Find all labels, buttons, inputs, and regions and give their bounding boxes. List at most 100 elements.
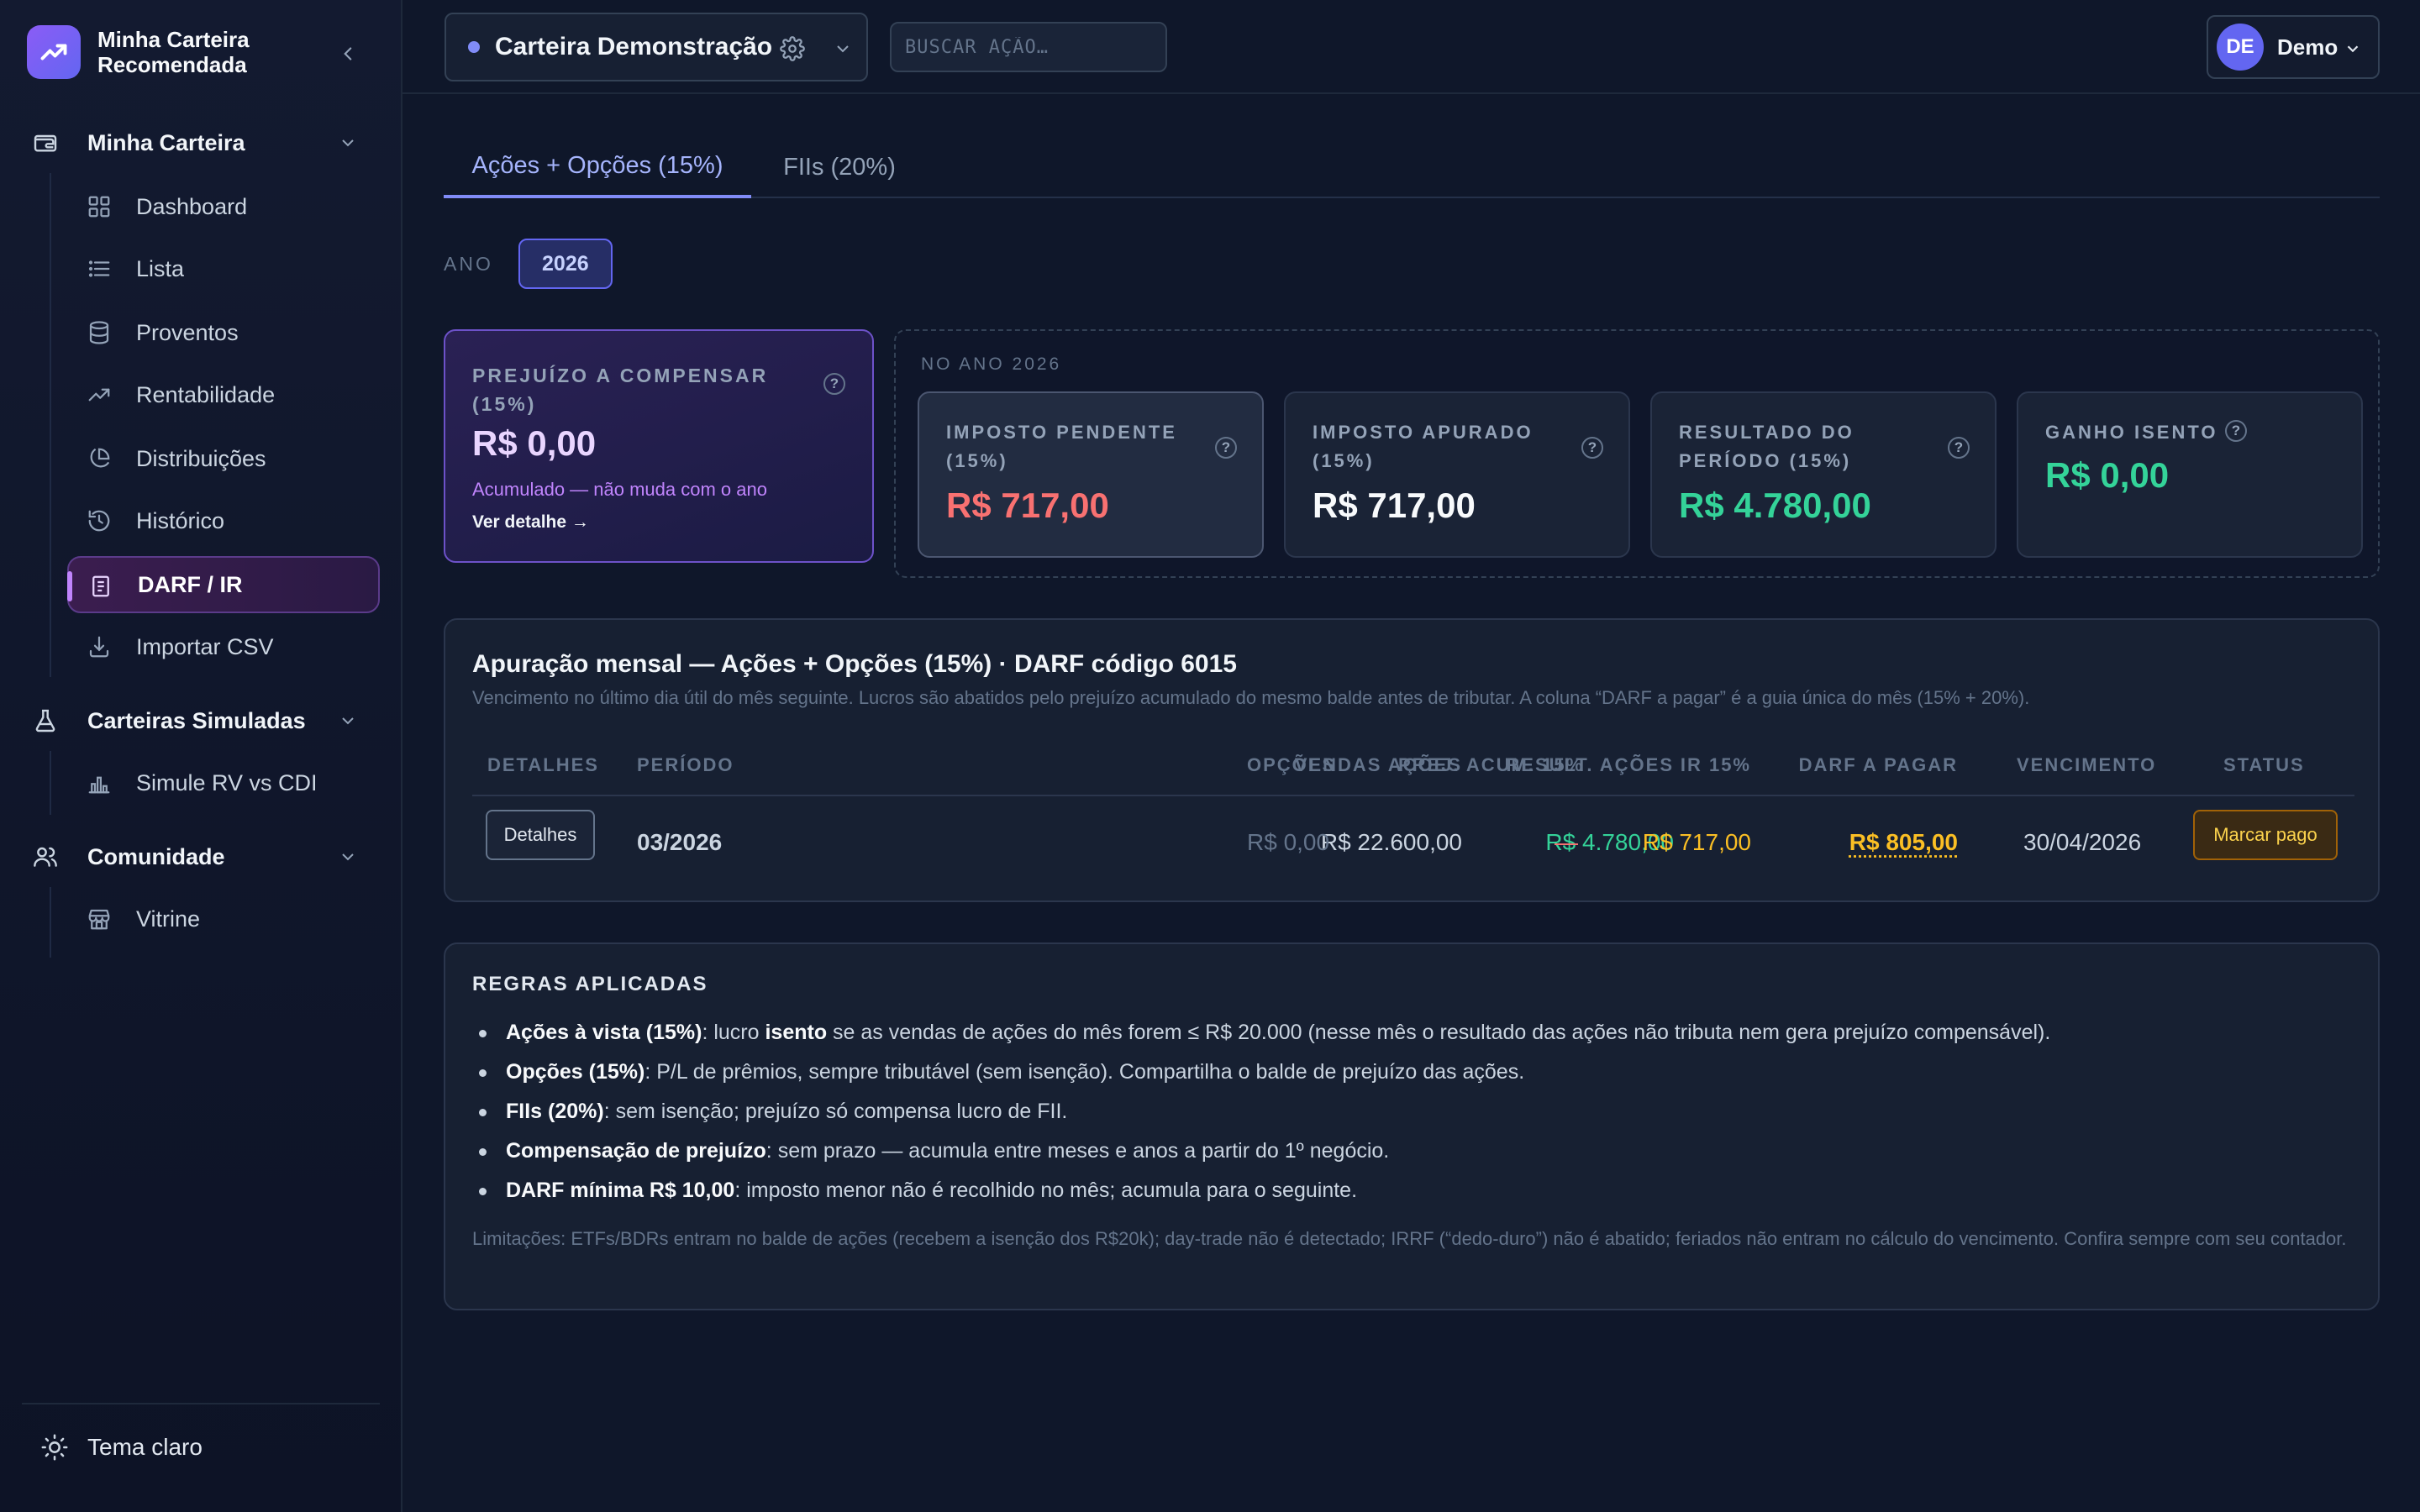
view-detail-link[interactable]: Ver detalhe → [472,512,589,533]
search-input[interactable] [890,22,1167,72]
year-chip-2026[interactable]: 2026 [518,239,613,289]
column-header: OPÇÕES [1247,754,1337,775]
chevron-down-icon [333,842,363,872]
rule-title: Compensação de prejuízo [506,1139,766,1163]
collapse-sidebar-button[interactable] [333,39,363,69]
sidebar-group-label: Carteiras Simuladas [87,707,306,733]
table-header-divider [472,795,2354,796]
sidebar-item-label: Histórico [136,507,225,533]
list-item: Compensação de prejuízo: sem prazo — acu… [479,1131,2050,1171]
sidebar-item-label: Importar CSV [136,633,274,659]
rule-title: Opções (15%) [506,1060,645,1084]
sidebar-group-comunidade[interactable]: Comunidade [30,832,373,882]
sidebar-item-lista[interactable]: Lista [67,240,380,297]
list-item: DARF mínima R$ 10,00: imposto menor não … [479,1171,2050,1210]
user-name: Demo [2277,34,2338,60]
sidebar-group-minha-carteira[interactable]: Minha Carteira [30,118,373,168]
rule-text: : imposto menor não é recolhido no mês; … [734,1179,1358,1202]
wallet-selector[interactable]: Carteira Demonstração [445,13,868,81]
sidebar-item-proventos[interactable]: Proventos [67,304,380,361]
year-summary-box: NO ANO 2026 IMPOSTO PENDENTE (15%) ? R$ … [894,329,2380,578]
help-icon[interactable]: ? [1581,437,1603,459]
rules-list: Ações à vista (15%): lucro isento se as … [479,1013,2050,1210]
user-menu-button[interactable]: DE Demo [2207,15,2380,79]
gear-icon[interactable] [777,34,808,64]
help-icon[interactable]: ? [2225,420,2247,442]
card-label: IMPOSTO APURADO (15%) [1313,418,1534,475]
chevron-down-icon [333,128,363,158]
rule-title: Ações à vista (15%) [506,1021,702,1044]
details-button[interactable]: Detalhes [486,810,595,860]
help-icon[interactable]: ? [1215,437,1237,459]
card-label-line: (15%) [946,450,1008,471]
database-icon [84,318,114,348]
sidebar-item-dashboard[interactable]: Dashboard [67,178,380,235]
rule-title: DARF mínima R$ 10,00 [506,1179,735,1202]
brand-line-2: Recomendada [97,52,247,77]
brand[interactable]: Minha Carteira Recomendada [27,25,299,79]
limitations-note: Limitações: ETFs/BDRs entram no balde de… [472,1228,2347,1249]
card-label: RESULTADO DO PERÍODO (15%) [1679,418,1854,475]
sidebar-item-importar-csv[interactable]: Importar CSV [67,618,380,675]
pie-chart-icon [84,444,114,474]
cell-options: R$ 0,00 [1247,829,1330,855]
sidebar: Minha Carteira Recomendada Minha Carteir… [0,0,402,1512]
wallet-status-dot [468,41,480,53]
cell-darf-to-pay[interactable]: R$ 805,00 [1849,822,1958,864]
sidebar-item-historico[interactable]: Histórico [67,492,380,549]
year-label: ANO [444,252,493,275]
sidebar-item-simule-rv-cdi[interactable]: Simule RV vs CDI [67,754,380,811]
list-item: FIIs (20%): sem isenção; prejuízo só com… [479,1092,2050,1131]
trending-up-icon [27,25,81,79]
sidebar-item-label: Distribuições [136,445,266,471]
loss-note: Acumulado — não muda com o ano [472,479,767,500]
grid-icon [84,192,114,222]
exempt-gain-card: GANHO ISENTO ? R$ 0,00 [2017,391,2363,558]
sidebar-item-label: Simule RV vs CDI [136,769,318,795]
chevron-down-icon [2339,35,2366,62]
theme-toggle-button[interactable]: Tema claro [40,1433,203,1462]
mark-paid-button[interactable]: Marcar pago [2193,810,2338,860]
year-box-title: NO ANO 2026 [921,354,1062,374]
column-header: STATUS [2223,754,2305,775]
chevron-left-icon [344,47,352,60]
loss-value: R$ 0,00 [472,423,597,463]
pending-tax-card[interactable]: IMPOSTO PENDENTE (15%) ? R$ 717,00 [918,391,1264,558]
sidebar-item-rentabilidade[interactable]: Rentabilidade [67,366,380,423]
sidebar-item-darf-ir[interactable]: DARF / IR [67,556,380,613]
store-icon [84,904,114,934]
list-item: Ações à vista (15%): lucro isento se as … [479,1013,2050,1053]
brand-name: Minha Carteira Recomendada [97,27,299,77]
sidebar-footer: Tema claro [22,1403,380,1461]
brand-line-1: Minha Carteira [97,27,250,52]
sidebar-item-vitrine[interactable]: Vitrine [67,890,380,948]
history-icon [84,506,114,536]
help-icon[interactable]: ? [823,373,845,395]
sidebar-subline [50,173,51,677]
monthly-assessment-panel: Apuração mensal — Ações + Opções (15%) ·… [444,618,2380,902]
card-label-line: PREJUÍZO A COMPENSAR [472,365,769,386]
rule-text: : P/L de prêmios, sempre tributável (sem… [644,1060,1525,1084]
sidebar-item-distribuicoes[interactable]: Distribuições [67,430,380,487]
card-label-line: (15%) [472,393,537,415]
sidebar-group-label: Minha Carteira [87,129,245,155]
tab-acoes-opcoes[interactable]: Ações + Opções (15%) [444,136,751,198]
help-icon[interactable]: ? [1948,437,1970,459]
card-value: R$ 717,00 [1313,486,1476,525]
tax-bucket-tabs: Ações + Opções (15%) FIIs (20%) [444,136,2380,198]
sidebar-subline [50,887,51,958]
card-label: IMPOSTO PENDENTE (15%) [946,418,1177,475]
download-icon [84,632,114,662]
sidebar-item-label: Dashboard [136,193,248,219]
rule-title: FIIs (20%) [506,1100,604,1123]
card-value: R$ 717,00 [946,486,1109,525]
applied-rules-panel: REGRAS APLICADAS Ações à vista (15%): lu… [444,942,2380,1310]
cell-accumulated-loss: — [1555,829,1578,855]
card-value: R$ 4.780,00 [1679,486,1871,525]
tab-fiis[interactable]: FIIs (20%) [768,136,911,198]
theme-toggle-label: Tema claro [87,1434,203,1460]
card-value: R$ 0,00 [2045,455,2170,495]
sidebar-group-carteiras-simuladas[interactable]: Carteiras Simuladas [30,696,373,746]
list-icon [84,254,114,284]
column-header: PREJ. ACUM. 15% [1398,754,1585,775]
